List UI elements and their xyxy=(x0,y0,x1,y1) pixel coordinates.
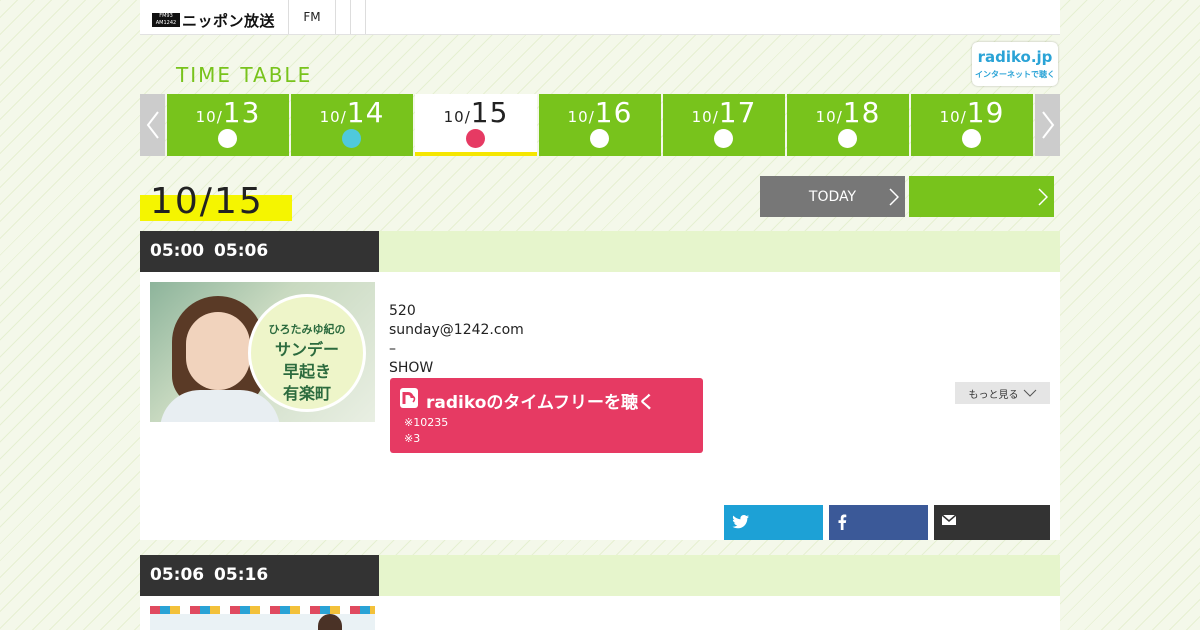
nippon-housou-logo[interactable]: FM93 AM1242 ニッポン放送 xyxy=(152,11,276,30)
date-tab-14[interactable]: 10/14 xyxy=(291,94,413,156)
date-tab-13[interactable]: 10/13 xyxy=(167,94,289,156)
current-date-text: 10/15 xyxy=(150,181,264,222)
logo-mark: FM93 AM1242 xyxy=(152,13,180,27)
date-tab-16[interactable]: 10/16 xyxy=(539,94,661,156)
day-dot xyxy=(342,129,361,148)
program-info-line: SHOW xyxy=(389,360,434,376)
date-month: 10/ xyxy=(567,108,595,126)
date-tab-19[interactable]: 10/19 xyxy=(911,94,1033,156)
date-tab-18[interactable]: 10/18 xyxy=(787,94,909,156)
today-button-label: TODAY xyxy=(808,188,857,205)
thumb-line1: ひろたみゆ紀の xyxy=(268,323,346,336)
nav-item-3[interactable] xyxy=(350,0,366,34)
day-dot xyxy=(466,129,485,148)
next-day-button[interactable] xyxy=(909,176,1054,217)
day-dot xyxy=(218,129,237,148)
date-month: 10/ xyxy=(319,108,347,126)
chevron-left-icon xyxy=(146,111,159,139)
radiko-note-1: ※10235 xyxy=(404,416,449,429)
date-month: 10/ xyxy=(443,108,471,126)
date-selector: 10/13 10/14 10/15 10/16 10/17 10/18 10/1… xyxy=(140,94,1060,156)
date-month: 10/ xyxy=(195,108,223,126)
program-info-line: 520 xyxy=(389,303,416,319)
date-month: 10/ xyxy=(939,108,967,126)
thumb-title: サンデー 早起き 有楽町 xyxy=(251,339,363,405)
program-thumbnail[interactable]: ひろたみゆ紀の サンデー 早起き 有楽町 xyxy=(150,282,375,422)
today-button[interactable]: TODAY xyxy=(760,176,905,217)
radiko-badge-subtitle: インターネットで聴く xyxy=(975,70,1055,79)
nav-item-fm[interactable]: FM xyxy=(288,0,335,34)
chevron-down-icon xyxy=(1023,389,1036,397)
host-photo xyxy=(318,614,342,630)
radiko-timefree-button[interactable]: radikoのタイムフリーを聴く ※10235 ※3 xyxy=(390,378,703,453)
chevron-right-icon xyxy=(1041,111,1054,139)
program-title-circle: ひろたみゆ紀の サンデー 早起き 有楽町 xyxy=(248,294,366,412)
date-day: 17 xyxy=(718,96,757,129)
logo-text: ニッポン放送 xyxy=(182,11,276,30)
date-day: 15 xyxy=(470,96,509,129)
program-time: 05:00 05:06 xyxy=(140,231,379,272)
radiko-timefree-label: radikoのタイムフリーを聴く xyxy=(426,393,656,413)
next-week-button[interactable] xyxy=(1035,94,1060,156)
program-card: ひろたみゆ紀の サンデー 早起き 有楽町 520 sunday@1242.com… xyxy=(140,272,1060,540)
thumb-line2: サンデー xyxy=(274,340,339,359)
program-time-bar: 05:00 05:06 xyxy=(140,231,1060,272)
date-day: 19 xyxy=(966,96,1005,129)
mail-share-button[interactable] xyxy=(934,505,1050,540)
bunting-decoration xyxy=(150,606,375,614)
radiko-logo-icon xyxy=(400,388,418,408)
date-day: 16 xyxy=(594,96,633,129)
program-thumbnail[interactable] xyxy=(150,606,375,630)
twitter-icon xyxy=(732,515,749,529)
thumb-line3: 早起き xyxy=(282,362,331,381)
program-info-line: – xyxy=(389,341,396,357)
date-tab-15[interactable]: 10/15 xyxy=(415,94,537,156)
twitter-share-button[interactable] xyxy=(724,505,823,540)
chevron-right-icon xyxy=(889,188,899,206)
date-tab-17[interactable]: 10/17 xyxy=(663,94,785,156)
show-more-button[interactable]: もっと見る xyxy=(955,382,1050,404)
program-info: 520 sunday@1242.com – SHOW xyxy=(389,302,524,378)
date-month: 10/ xyxy=(691,108,719,126)
page-title: TIME TABLE xyxy=(176,63,313,87)
top-nav: FM xyxy=(288,0,366,34)
chevron-right-icon xyxy=(1038,188,1048,206)
program-time-bar: 05:06 05:16 xyxy=(140,555,1060,596)
thumb-line4: 有楽町 xyxy=(282,384,331,403)
date-day: 18 xyxy=(842,96,881,129)
show-more-label: もっと見る xyxy=(968,389,1019,401)
facebook-icon xyxy=(838,514,847,530)
day-dot xyxy=(962,129,981,148)
day-dot xyxy=(590,129,609,148)
program-time: 05:06 05:16 xyxy=(140,555,379,596)
radiko-note-2: ※3 xyxy=(404,432,421,445)
host-photo-face xyxy=(186,312,250,390)
day-dot xyxy=(838,129,857,148)
radiko-badge-title: radiko.jp xyxy=(977,48,1053,66)
current-date-heading: 10/15 xyxy=(140,181,292,222)
date-month: 10/ xyxy=(815,108,843,126)
mail-icon xyxy=(942,514,956,525)
prev-week-button[interactable] xyxy=(140,94,165,156)
date-day: 14 xyxy=(346,96,385,129)
radiko-badge-link[interactable]: radiko.jp インターネットで聴く xyxy=(972,42,1058,86)
site-header: FM93 AM1242 ニッポン放送 FM xyxy=(140,0,1060,35)
facebook-share-button[interactable] xyxy=(829,505,928,540)
date-day: 13 xyxy=(222,96,261,129)
program-email[interactable]: sunday@1242.com xyxy=(389,321,524,340)
day-dot xyxy=(714,129,733,148)
nav-item-2[interactable] xyxy=(335,0,350,34)
